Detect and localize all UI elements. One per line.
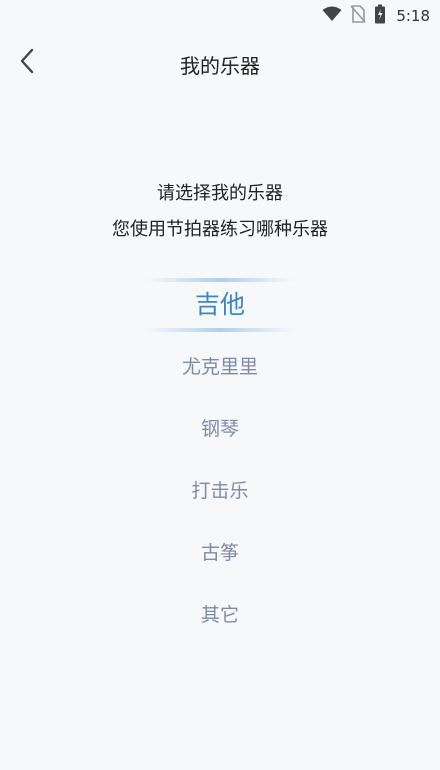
instrument-option-label: 古筝 — [200, 541, 239, 564]
instrument-option-label: 钢琴 — [200, 417, 239, 440]
instrument-option-guitar[interactable]: 吉他 — [0, 272, 440, 334]
instrument-option-label: 打击乐 — [191, 479, 249, 502]
instrument-prompt: 请选择我的乐器 您使用节拍器练习哪种乐器 — [0, 176, 440, 248]
nav-bar: 我的乐器 — [0, 38, 440, 88]
battery-icon — [374, 4, 386, 28]
status-icons: 5:18 — [322, 4, 430, 28]
status-time: 5:18 — [396, 7, 430, 25]
status-bar: 5:18 — [0, 0, 440, 30]
instrument-option-label: 其它 — [200, 603, 239, 626]
instrument-option-percussion[interactable]: 打击乐 — [0, 458, 440, 520]
instrument-picker[interactable]: 吉他 尤克里里 钢琴 打击乐 古筝 其它 — [0, 272, 440, 644]
selection-indicator-top — [145, 278, 295, 282]
instrument-option-ukulele[interactable]: 尤克里里 — [0, 334, 440, 396]
instrument-option-label: 尤克里里 — [181, 355, 258, 378]
page-title: 我的乐器 — [180, 54, 260, 78]
instrument-option-other[interactable]: 其它 — [0, 582, 440, 644]
instrument-option-guzheng[interactable]: 古筝 — [0, 520, 440, 582]
selection-indicator-bottom — [145, 328, 295, 332]
wifi-icon — [322, 6, 342, 26]
instrument-option-piano[interactable]: 钢琴 — [0, 396, 440, 458]
prompt-heading: 请选择我的乐器 — [157, 183, 283, 204]
instrument-option-label: 吉他 — [194, 290, 245, 319]
no-sim-icon — [350, 5, 366, 27]
prompt-subheading: 您使用节拍器练习哪种乐器 — [112, 219, 328, 240]
